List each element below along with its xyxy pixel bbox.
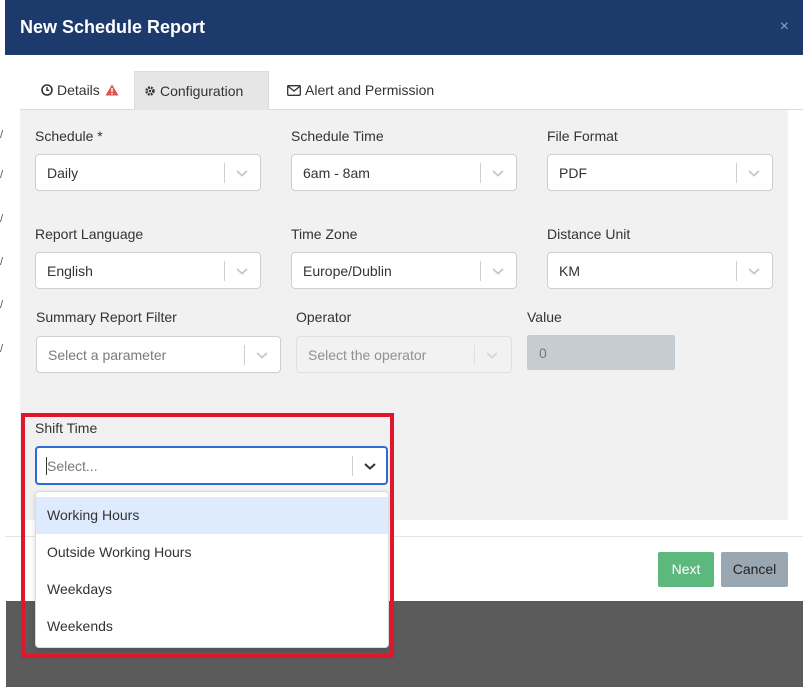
- summary-filter-label: Summary Report Filter: [36, 309, 177, 325]
- schedule-time-label: Schedule Time: [291, 128, 384, 144]
- file-format-select[interactable]: PDF: [547, 154, 773, 191]
- distance-unit-select[interactable]: KM: [547, 252, 773, 289]
- time-zone-select[interactable]: Europe/Dublin: [291, 252, 517, 289]
- select-separator: [244, 345, 245, 365]
- tab-alert-permission-label: Alert and Permission: [305, 82, 435, 98]
- select-separator: [224, 163, 225, 183]
- close-icon[interactable]: ×: [780, 18, 789, 36]
- tab-details-label: Details: [57, 82, 100, 98]
- tab-configuration-label: Configuration: [160, 83, 244, 99]
- select-separator: [736, 261, 737, 281]
- select-separator: [224, 261, 225, 281]
- schedule-label: Schedule *: [35, 128, 103, 144]
- operator-placeholder: Select the operator: [308, 347, 427, 363]
- select-separator: [480, 163, 481, 183]
- schedule-time-value: 6am - 8am: [303, 165, 370, 181]
- envelope-icon: [287, 71, 301, 110]
- tab-details[interactable]: Details: [32, 71, 128, 110]
- report-language-label: Report Language: [35, 226, 144, 242]
- tab-bar: Details Configuration Alert and Permissi…: [20, 71, 803, 110]
- summary-filter-select[interactable]: Select a parameter: [36, 336, 281, 373]
- schedule-select[interactable]: Daily: [35, 154, 261, 191]
- distance-unit-value: KM: [559, 263, 580, 279]
- clock-icon: [41, 71, 53, 110]
- time-zone-label: Time Zone: [291, 226, 358, 242]
- chevron-down-icon: [492, 170, 504, 177]
- select-separator: [474, 345, 475, 365]
- report-language-value: English: [47, 263, 93, 279]
- chevron-down-icon: [748, 170, 760, 177]
- chevron-down-icon: [748, 268, 760, 275]
- schedule-value: Daily: [47, 165, 79, 181]
- file-format-value: PDF: [559, 165, 587, 181]
- warning-icon: [105, 71, 119, 110]
- file-format-label: File Format: [547, 128, 618, 144]
- chevron-down-icon: [236, 170, 248, 177]
- gear-icon: [144, 72, 156, 111]
- chevron-down-icon: [492, 268, 504, 275]
- tab-configuration[interactable]: Configuration: [134, 71, 269, 110]
- distance-unit-label: Distance Unit: [547, 226, 631, 242]
- chevron-down-icon: [236, 268, 248, 275]
- value-field-text: 0: [539, 345, 547, 361]
- chevron-down-icon: [486, 352, 498, 359]
- select-separator: [736, 163, 737, 183]
- annotation-highlight-box: [21, 413, 394, 658]
- chevron-down-icon: [256, 352, 268, 359]
- value-label: Value: [527, 309, 562, 325]
- next-button[interactable]: Next: [658, 552, 714, 587]
- cancel-button[interactable]: Cancel: [721, 552, 788, 587]
- time-zone-value: Europe/Dublin: [303, 263, 392, 279]
- operator-label: Operator: [296, 309, 352, 325]
- summary-filter-placeholder: Select a parameter: [48, 347, 167, 363]
- schedule-time-select[interactable]: 6am - 8am: [291, 154, 517, 191]
- modal-header: New Schedule Report ×: [5, 0, 803, 55]
- report-language-select[interactable]: English: [35, 252, 261, 289]
- modal-title: New Schedule Report: [20, 17, 206, 37]
- tab-alert-permission[interactable]: Alert and Permission: [278, 71, 443, 110]
- select-separator: [480, 261, 481, 281]
- operator-select[interactable]: Select the operator: [296, 336, 512, 373]
- value-input[interactable]: 0: [527, 335, 675, 370]
